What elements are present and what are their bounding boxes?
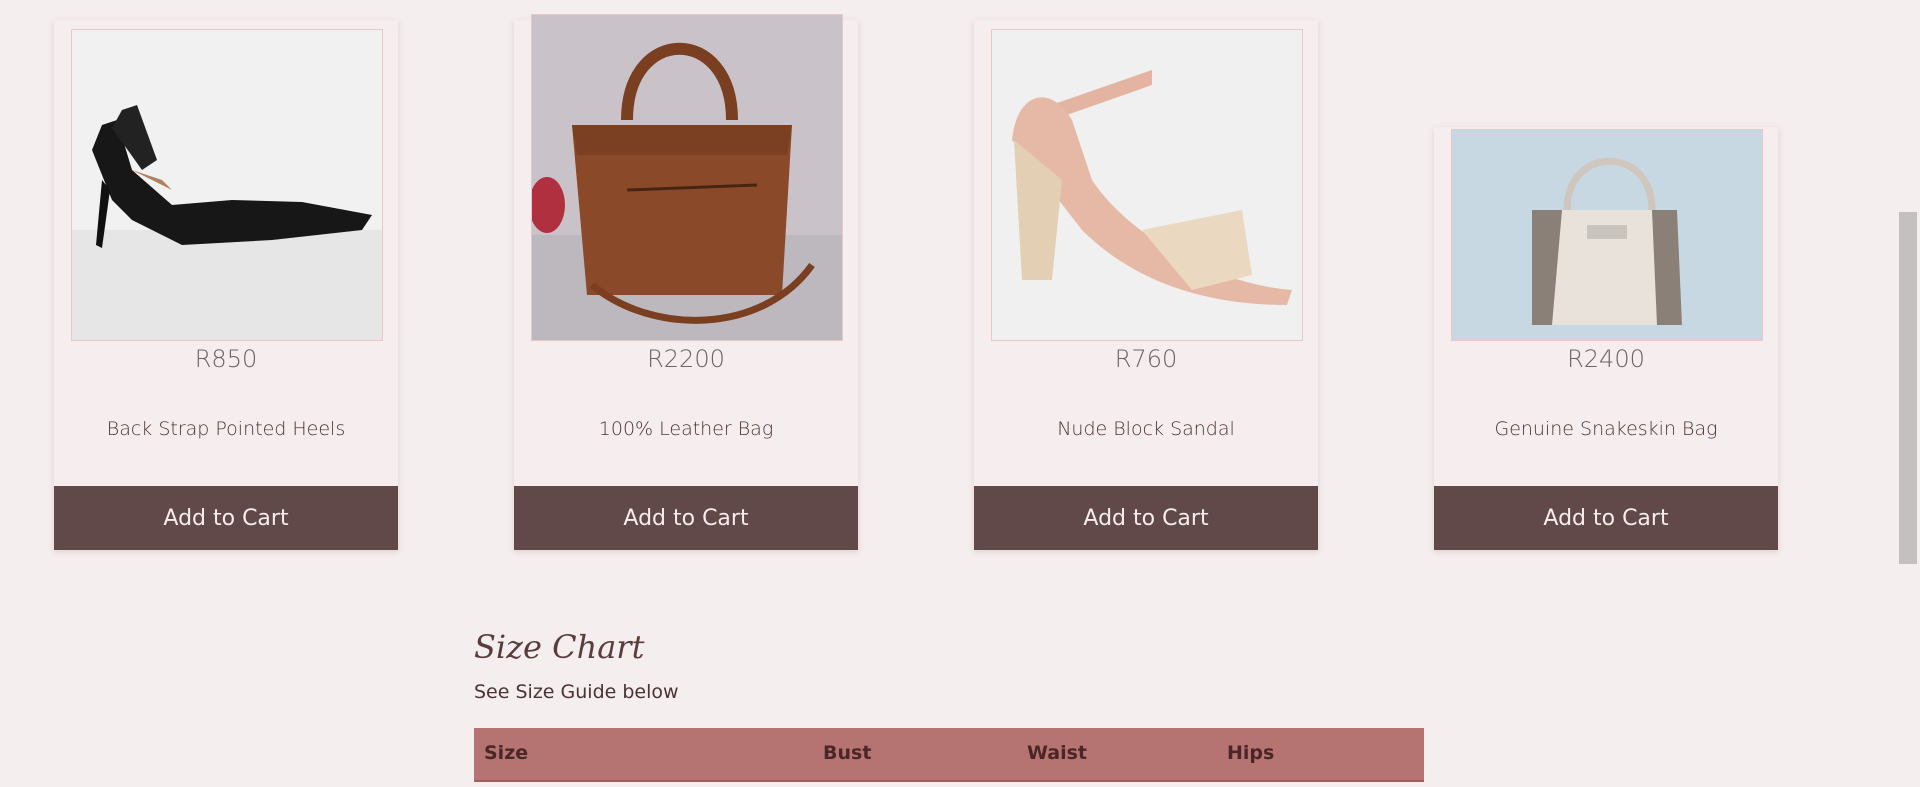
sandal-illustration [992, 30, 1302, 340]
add-to-cart-button[interactable]: Add to Cart [974, 486, 1318, 550]
product-price: R760 [1114, 345, 1178, 373]
scrollbar-thumb[interactable] [1899, 212, 1917, 564]
hips-column-header: Hips [1227, 742, 1275, 764]
product-name: Genuine Snakeskin Bag [1494, 418, 1718, 440]
add-to-cart-button[interactable]: Add to Cart [514, 486, 858, 550]
product-card: R2200 100% Leather Bag Add to Cart [514, 14, 858, 550]
product-price: R850 [194, 345, 258, 373]
size-chart-subtitle: See Size Guide below [474, 681, 679, 703]
product-name: Back Strap Pointed Heels [106, 418, 346, 440]
brown-leather-bag-image[interactable] [531, 14, 843, 341]
bag-illustration [532, 15, 842, 340]
product-card: R2400 Genuine Snakeskin Bag Add to Cart [1434, 127, 1778, 550]
heel-illustration [72, 30, 382, 340]
snakeskin-bag-image[interactable] [1451, 129, 1763, 341]
product-price: R2400 [1567, 345, 1645, 373]
size-chart-table-header: Size Bust Waist Hips [474, 728, 1424, 782]
black-slingback-heel-image[interactable] [71, 29, 383, 341]
size-column-header: Size [484, 742, 529, 764]
nude-block-sandal-image[interactable] [991, 29, 1303, 341]
add-to-cart-button[interactable]: Add to Cart [54, 486, 398, 550]
product-card: R850 Back Strap Pointed Heels Add to Car… [54, 20, 398, 550]
product-card: R760 Nude Block Sandal Add to Cart [974, 20, 1318, 550]
page: R850 Back Strap Pointed Heels Add to Car… [0, 0, 1920, 787]
product-name: Nude Block Sandal [1057, 418, 1235, 440]
bust-column-header: Bust [823, 742, 872, 764]
product-name: 100% Leather Bag [598, 418, 774, 440]
waist-column-header: Waist [1027, 742, 1088, 764]
add-to-cart-button[interactable]: Add to Cart [1434, 486, 1778, 550]
product-price: R2200 [647, 345, 725, 373]
size-chart-title: Size Chart [474, 628, 645, 666]
snakeskin-bag-illustration [1452, 130, 1762, 340]
